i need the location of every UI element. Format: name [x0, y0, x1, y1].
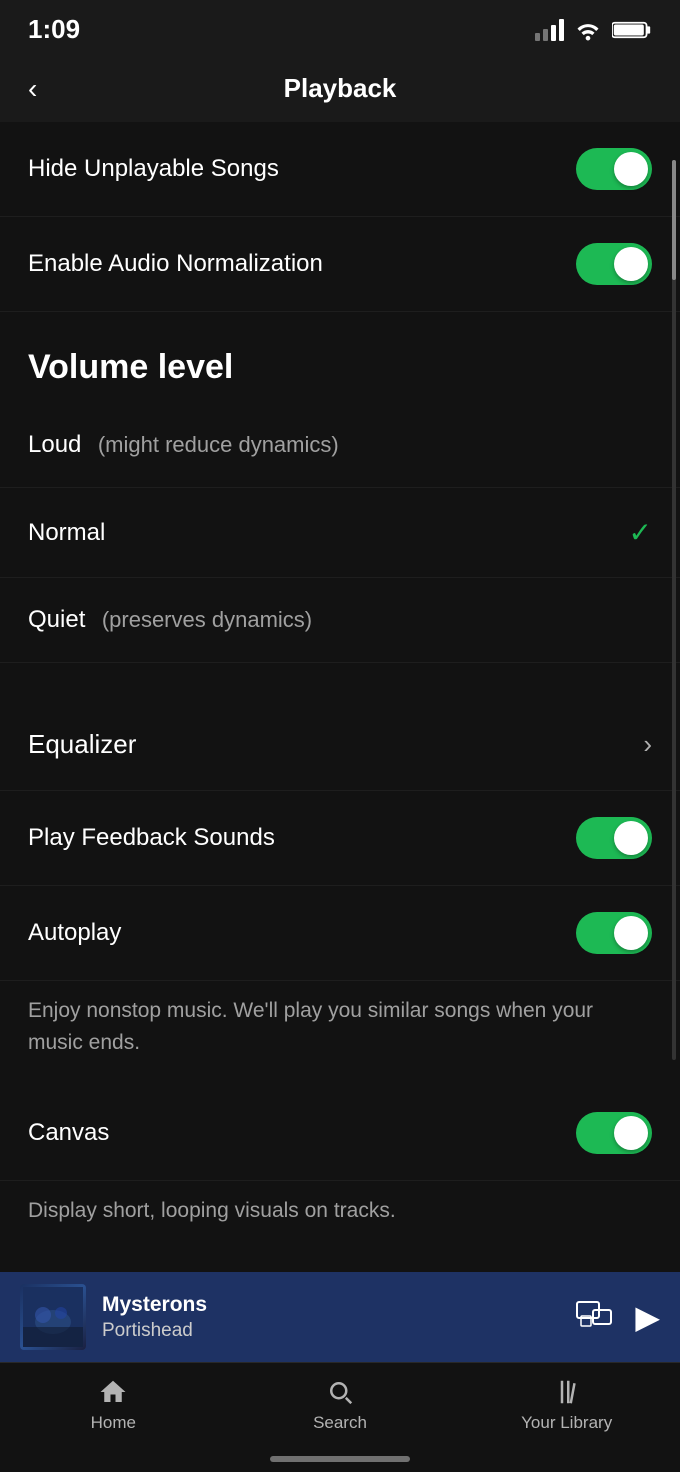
volume-heading-text: Volume level: [28, 348, 233, 386]
back-button[interactable]: ‹: [28, 73, 37, 105]
header: ‹ Playback: [0, 55, 680, 122]
now-playing-title: Mysterons: [102, 1293, 559, 1317]
audio-normalization-label: Enable Audio Normalization: [28, 250, 323, 278]
volume-loud-sublabel: (might reduce dynamics): [98, 432, 339, 457]
nav-home-label: Home: [91, 1413, 136, 1433]
device-connect-icon[interactable]: [575, 1298, 613, 1337]
equalizer-row[interactable]: Equalizer ›: [0, 699, 680, 791]
volume-loud-label: Loud: [28, 431, 81, 458]
page-title: Playback: [284, 73, 397, 104]
autoplay-description: Enjoy nonstop music. We'll play you simi…: [0, 981, 680, 1086]
volume-loud-label-group: Loud (might reduce dynamics): [28, 431, 339, 459]
scrollbar-track: [672, 160, 676, 1060]
hide-unplayable-label: Hide Unplayable Songs: [28, 155, 279, 183]
volume-quiet-label-group: Quiet (preserves dynamics): [28, 606, 312, 634]
autoplay-label: Autoplay: [28, 919, 121, 947]
volume-normal-label: Normal: [28, 519, 105, 547]
hide-unplayable-row[interactable]: Hide Unplayable Songs: [0, 122, 680, 217]
audio-normalization-row[interactable]: Enable Audio Normalization: [0, 217, 680, 312]
nav-search-label: Search: [313, 1413, 367, 1433]
canvas-toggle[interactable]: [576, 1112, 652, 1154]
now-playing-info: Mysterons Portishead: [102, 1293, 559, 1342]
autoplay-toggle[interactable]: [576, 912, 652, 954]
autoplay-row[interactable]: Autoplay: [0, 886, 680, 981]
play-feedback-sounds-row[interactable]: Play Feedback Sounds: [0, 791, 680, 886]
hide-unplayable-toggle[interactable]: [576, 148, 652, 190]
home-icon: [98, 1377, 128, 1407]
volume-section-heading: Volume level: [0, 312, 680, 403]
now-playing-controls: ▶: [575, 1298, 660, 1337]
status-time: 1:09: [28, 14, 80, 45]
scrollbar-thumb[interactable]: [672, 160, 676, 280]
nav-item-home[interactable]: Home: [0, 1377, 227, 1433]
wifi-icon: [574, 19, 602, 41]
status-icons: [535, 19, 652, 41]
play-feedback-sounds-label: Play Feedback Sounds: [28, 824, 275, 852]
play-feedback-sounds-toggle[interactable]: [576, 817, 652, 859]
volume-quiet-sublabel: (preserves dynamics): [102, 607, 312, 632]
volume-option-quiet[interactable]: Quiet (preserves dynamics): [0, 578, 680, 663]
search-icon: [325, 1377, 355, 1407]
album-art: [20, 1284, 86, 1350]
settings-content: Hide Unplayable Songs Enable Audio Norma…: [0, 122, 680, 1465]
audio-normalization-toggle[interactable]: [576, 243, 652, 285]
play-button[interactable]: ▶: [635, 1298, 660, 1336]
connect-devices-svg: [575, 1298, 613, 1330]
nav-item-library[interactable]: Your Library: [453, 1377, 680, 1433]
selected-check-icon: ✓: [629, 516, 652, 549]
library-icon: [552, 1377, 582, 1407]
nav-library-label: Your Library: [521, 1413, 612, 1433]
battery-icon: [612, 19, 652, 41]
status-bar: 1:09: [0, 0, 680, 55]
equalizer-label: Equalizer: [28, 729, 136, 760]
home-indicator: [270, 1456, 410, 1462]
chevron-right-icon: ›: [643, 729, 652, 760]
volume-option-loud[interactable]: Loud (might reduce dynamics): [0, 403, 680, 488]
canvas-label: Canvas: [28, 1119, 109, 1147]
album-art-image: [23, 1287, 83, 1347]
nav-item-search[interactable]: Search: [227, 1377, 454, 1433]
volume-option-normal[interactable]: Normal ✓: [0, 488, 680, 578]
now-playing-artist: Portishead: [102, 1320, 559, 1342]
now-playing-bar[interactable]: Mysterons Portishead ▶: [0, 1272, 680, 1362]
canvas-description: Display short, looping visuals on tracks…: [0, 1181, 680, 1255]
volume-quiet-label: Quiet: [28, 606, 85, 633]
signal-icon: [535, 19, 564, 41]
canvas-row[interactable]: Canvas: [0, 1086, 680, 1181]
